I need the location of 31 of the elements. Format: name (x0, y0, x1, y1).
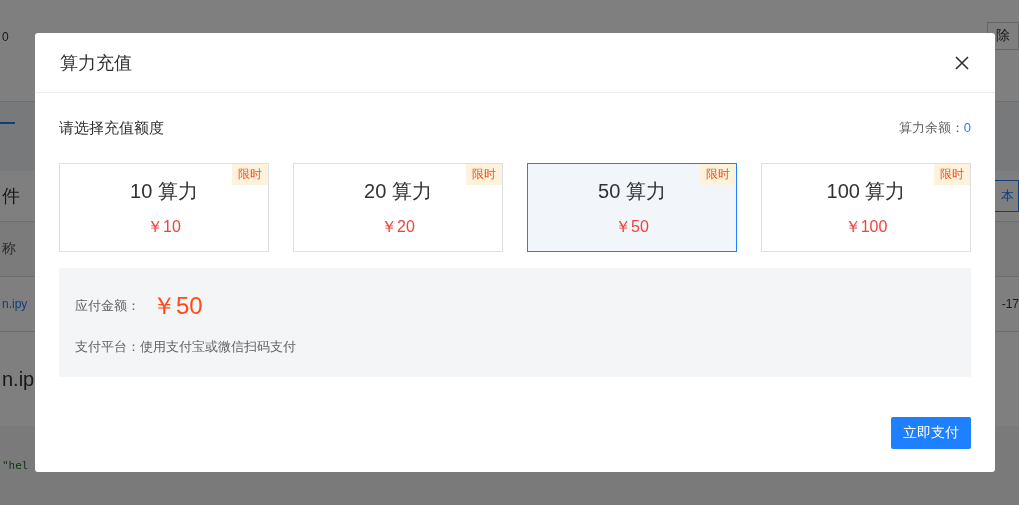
option-amount: 10 算力 (130, 178, 198, 204)
close-icon[interactable] (955, 55, 969, 70)
code-line: "hel (2, 459, 29, 473)
option-amount: 20 算力 (364, 178, 432, 204)
prompt-text: 请选择充值额度 (59, 118, 164, 138)
payable-label: 应付金额： (75, 296, 140, 315)
date-cell: -17 (1001, 297, 1019, 312)
dialog-title: 算力充值 (60, 51, 132, 75)
option-amount: 50 算力 (598, 178, 666, 204)
count-text: 0 (2, 30, 9, 44)
option-price: ￥50 (615, 216, 649, 237)
limited-badge: 限时 (700, 164, 736, 185)
option-price: ￥20 (381, 216, 415, 237)
section-title: 件 (2, 184, 20, 208)
recharge-option[interactable]: 限时 100 算力 ￥100 (761, 163, 971, 252)
payable-amount: ￥50 (152, 290, 203, 321)
recharge-option[interactable]: 限时 20 算力 ￥20 (293, 163, 503, 252)
limited-badge: 限时 (466, 164, 502, 185)
tab-underline (0, 122, 15, 125)
recharge-option[interactable]: 限时 50 算力 ￥50 (527, 163, 737, 252)
limited-badge: 限时 (232, 164, 268, 185)
recharge-option[interactable]: 限时 10 算力 ￥10 (59, 163, 269, 252)
limited-badge: 限时 (934, 164, 970, 185)
file-heading: n.ip (2, 367, 35, 391)
option-amount: 100 算力 (826, 178, 906, 204)
option-price: ￥10 (147, 216, 181, 237)
option-price: ￥100 (844, 216, 888, 237)
column-header: 称 (2, 239, 16, 258)
balance-text: 算力余额：0 (898, 119, 971, 137)
pay-button[interactable]: 立即支付 (891, 417, 971, 449)
platform-text: 支付平台：使用支付宝或微信扫码支付 (75, 337, 297, 356)
